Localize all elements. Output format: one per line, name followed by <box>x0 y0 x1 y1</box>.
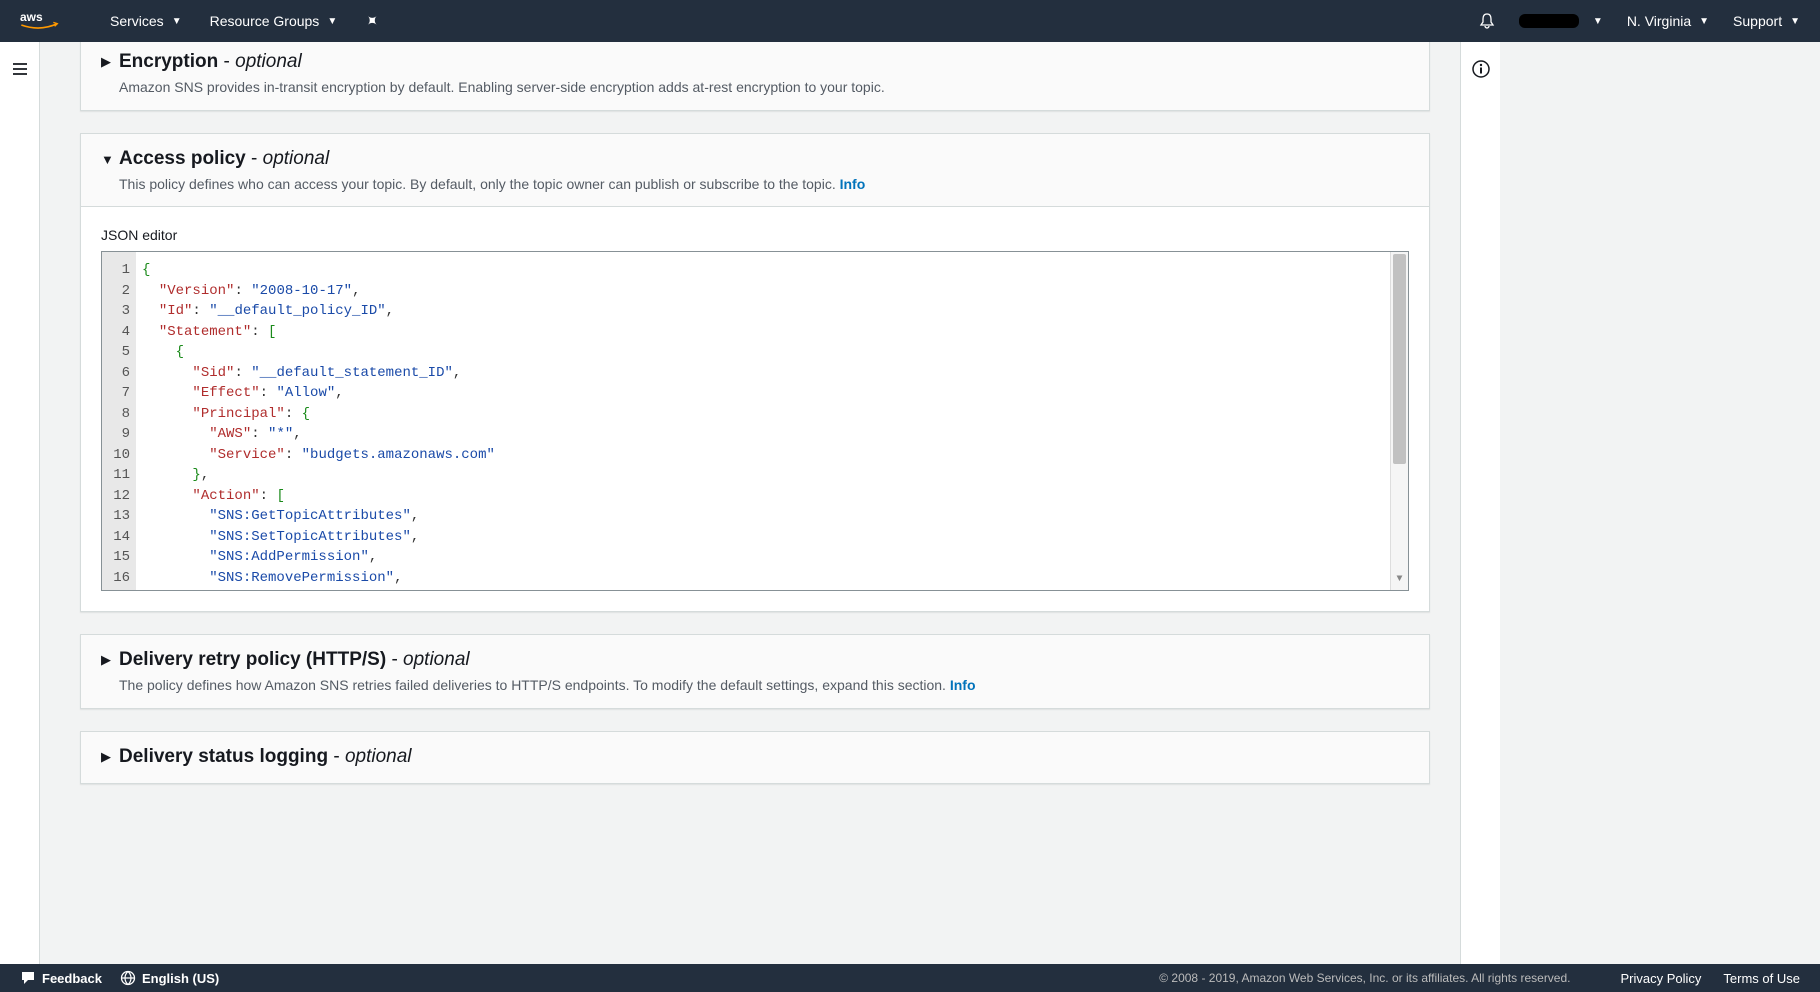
pin-icon: ✦ <box>360 9 384 33</box>
caret-right-icon: ▶ <box>101 749 117 765</box>
nav-account[interactable]: ▼ <box>1519 14 1603 28</box>
bell-icon <box>1479 13 1495 29</box>
scrollbar-thumb[interactable] <box>1393 254 1406 464</box>
nav-region[interactable]: N. Virginia ▼ <box>1627 13 1709 29</box>
nav-notifications[interactable] <box>1479 13 1495 29</box>
optional-label: optional <box>403 649 470 670</box>
info-link[interactable]: Info <box>840 176 866 192</box>
caret-down-icon: ▼ <box>1593 16 1603 27</box>
aws-logo[interactable]: aws <box>20 9 60 33</box>
caret-down-icon: ▼ <box>327 16 337 27</box>
panel-encryption-title: Encryption <box>119 51 218 72</box>
top-nav: aws Services ▼ Resource Groups ▼ ✦ ▼ N. … <box>0 0 1820 42</box>
panel-access-policy: ▼ Access policy - optional This policy d… <box>80 133 1430 612</box>
panel-encryption-toggle[interactable]: ▶ Encryption - optional <box>101 51 1409 73</box>
panel-delivery-retry: ▶ Delivery retry policy (HTTP/S) - optio… <box>80 634 1430 709</box>
info-icon <box>1472 60 1490 78</box>
caret-down-icon: ▼ <box>101 152 117 167</box>
footer-copyright: © 2008 - 2019, Amazon Web Services, Inc.… <box>1159 971 1570 985</box>
panel-delivery-status: ▶ Delivery status logging - optional <box>80 731 1430 784</box>
info-link[interactable]: Info <box>950 677 976 693</box>
json-editor[interactable]: 12345678910111213141516 { "Version": "20… <box>101 251 1409 591</box>
optional-label: optional <box>235 51 302 72</box>
footer-feedback-label: Feedback <box>42 971 102 986</box>
main-content[interactable]: ▶ Encryption - optional Amazon SNS provi… <box>40 42 1460 964</box>
panel-encryption-desc: Amazon SNS provides in-transit encryptio… <box>119 79 1409 95</box>
editor-code-area[interactable]: { "Version": "2008-10-17", "Id": "__defa… <box>136 252 1390 590</box>
nav-rg-label: Resource Groups <box>210 13 320 29</box>
nav-support-label: Support <box>1733 13 1782 29</box>
nav-pin[interactable]: ✦ <box>365 11 378 31</box>
account-name-redacted <box>1519 14 1579 28</box>
nav-support[interactable]: Support ▼ <box>1733 13 1800 29</box>
nav-services-label: Services <box>110 13 164 29</box>
panel-delivery-retry-toggle[interactable]: ▶ Delivery retry policy (HTTP/S) - optio… <box>101 649 1409 671</box>
left-rail <box>0 42 40 964</box>
footer-terms-link[interactable]: Terms of Use <box>1723 971 1800 986</box>
nav-services[interactable]: Services ▼ <box>110 13 182 29</box>
open-help-button[interactable] <box>1472 60 1490 964</box>
caret-down-icon: ▼ <box>1699 16 1709 27</box>
panel-access-policy-title: Access policy <box>119 148 246 169</box>
caret-down-icon: ▼ <box>1790 16 1800 27</box>
panel-access-policy-desc: This policy defines who can access your … <box>119 176 836 192</box>
globe-icon <box>120 970 136 986</box>
nav-region-label: N. Virginia <box>1627 13 1691 29</box>
optional-label: optional <box>345 746 412 767</box>
footer-language[interactable]: English (US) <box>120 970 219 986</box>
caret-down-icon: ▼ <box>172 16 182 27</box>
optional-label: optional <box>263 148 330 169</box>
panel-delivery-retry-desc: The policy defines how Amazon SNS retrie… <box>119 677 946 693</box>
footer-feedback[interactable]: Feedback <box>20 970 102 986</box>
panel-delivery-status-toggle[interactable]: ▶ Delivery status logging - optional <box>101 746 1409 768</box>
right-rail <box>1460 42 1500 964</box>
caret-right-icon: ▶ <box>101 652 117 668</box>
open-sidebar-button[interactable] <box>11 60 29 964</box>
footer-language-label: English (US) <box>142 971 219 986</box>
hamburger-icon <box>11 60 29 78</box>
editor-gutter: 12345678910111213141516 <box>102 252 136 590</box>
speech-bubble-icon <box>20 970 36 986</box>
footer-privacy-link[interactable]: Privacy Policy <box>1621 971 1702 986</box>
caret-right-icon: ▶ <box>101 54 117 70</box>
editor-scrollbar[interactable]: ▲ ▼ <box>1390 252 1408 590</box>
svg-text:aws: aws <box>20 10 43 24</box>
scroll-down-icon[interactable]: ▼ <box>1391 570 1408 591</box>
footer: Feedback English (US) © 2008 - 2019, Ama… <box>0 964 1820 992</box>
nav-resource-groups[interactable]: Resource Groups ▼ <box>210 13 338 29</box>
panel-delivery-status-title: Delivery status logging <box>119 746 328 767</box>
json-editor-label: JSON editor <box>101 227 1409 243</box>
panel-access-policy-toggle[interactable]: ▼ Access policy - optional <box>101 148 1409 170</box>
panel-encryption: ▶ Encryption - optional Amazon SNS provi… <box>80 42 1430 111</box>
panel-delivery-retry-title: Delivery retry policy (HTTP/S) <box>119 649 386 670</box>
